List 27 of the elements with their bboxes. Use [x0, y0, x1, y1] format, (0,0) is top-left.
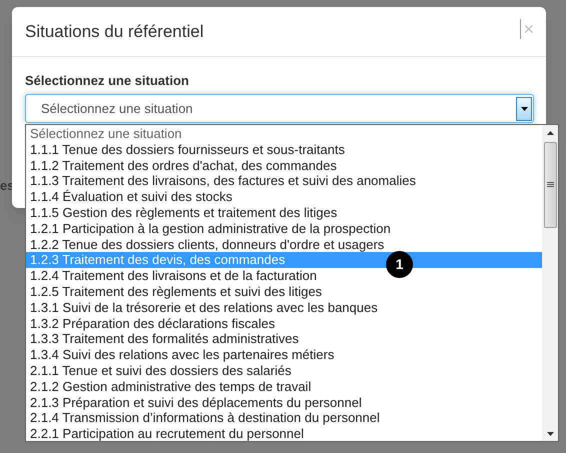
- dropdown-option[interactable]: 1.1.5 Gestion des règlements et traitement des litiges: [26, 204, 542, 221]
- scroll-thumb[interactable]: [544, 142, 556, 228]
- dropdown-option[interactable]: 1.1.2 Traitement des ordres d'achat, des commandes: [26, 158, 542, 174]
- scroll-up-icon[interactable]: [546, 131, 554, 135]
- dropdown-option[interactable]: 2.2.1 Participation au recrutement du personnel: [26, 426, 542, 442]
- dropdown-option[interactable]: 2.1.1 Tenue et suivi des dossiers des salariés: [26, 362, 542, 379]
- dropdown-option[interactable]: Sélectionnez une situation: [26, 126, 542, 142]
- situation-select[interactable]: Sélectionnez une situation: [25, 94, 534, 123]
- field-label: Sélectionnez une situation: [25, 72, 190, 90]
- dropdown-option[interactable]: 1.3.2 Préparation des déclarations fiscales: [26, 316, 542, 332]
- dropdown-option[interactable]: 1.1.1 Tenue des dossiers fournisseurs et sous-traitants: [26, 142, 542, 158]
- dropdown-option[interactable]: 1.3.3 Traitement des formalités administratives: [26, 331, 542, 348]
- dropdown-option[interactable]: 1.2.1 Participation à la gestion administrative de la prospection: [26, 220, 542, 237]
- dropdown-option[interactable]: 2.1.2 Gestion administrative des temps de travail: [26, 378, 542, 395]
- scrollbar[interactable]: [542, 125, 558, 441]
- dialog-title: Situations du référentiel: [25, 20, 204, 43]
- dropdown-option[interactable]: 1.1.4 Évaluation et suivi des stocks: [26, 189, 542, 205]
- dropdown-option[interactable]: 1.2.5 Traitement des règlements et suivi des litiges: [26, 284, 542, 300]
- select-value: Sélectionnez une situation: [41, 100, 194, 118]
- dropdown-option[interactable]: 1.3.1 Suivi de la trésorerie et des relations avec les banques: [26, 300, 542, 316]
- dropdown-option[interactable]: 1.1.3 Traitement des livraisons, des factures et suivi des anomalies: [26, 173, 542, 190]
- dropdown-option[interactable]: 1.3.4 Suivi des relations avec les partenaires métiers: [26, 347, 542, 363]
- scroll-down-icon[interactable]: [546, 432, 554, 436]
- dropdown-option[interactable]: 2.1.4 Transmission d’informations à destination du personnel: [26, 410, 542, 426]
- dropdown-option[interactable]: 2.1.3 Préparation et suivi des déplacements du personnel: [26, 394, 542, 410]
- grip-icon: [546, 182, 554, 188]
- dropdown-option[interactable]: 1.2.2 Tenue des dossiers clients, donneurs d'ordre et usagers: [26, 236, 542, 252]
